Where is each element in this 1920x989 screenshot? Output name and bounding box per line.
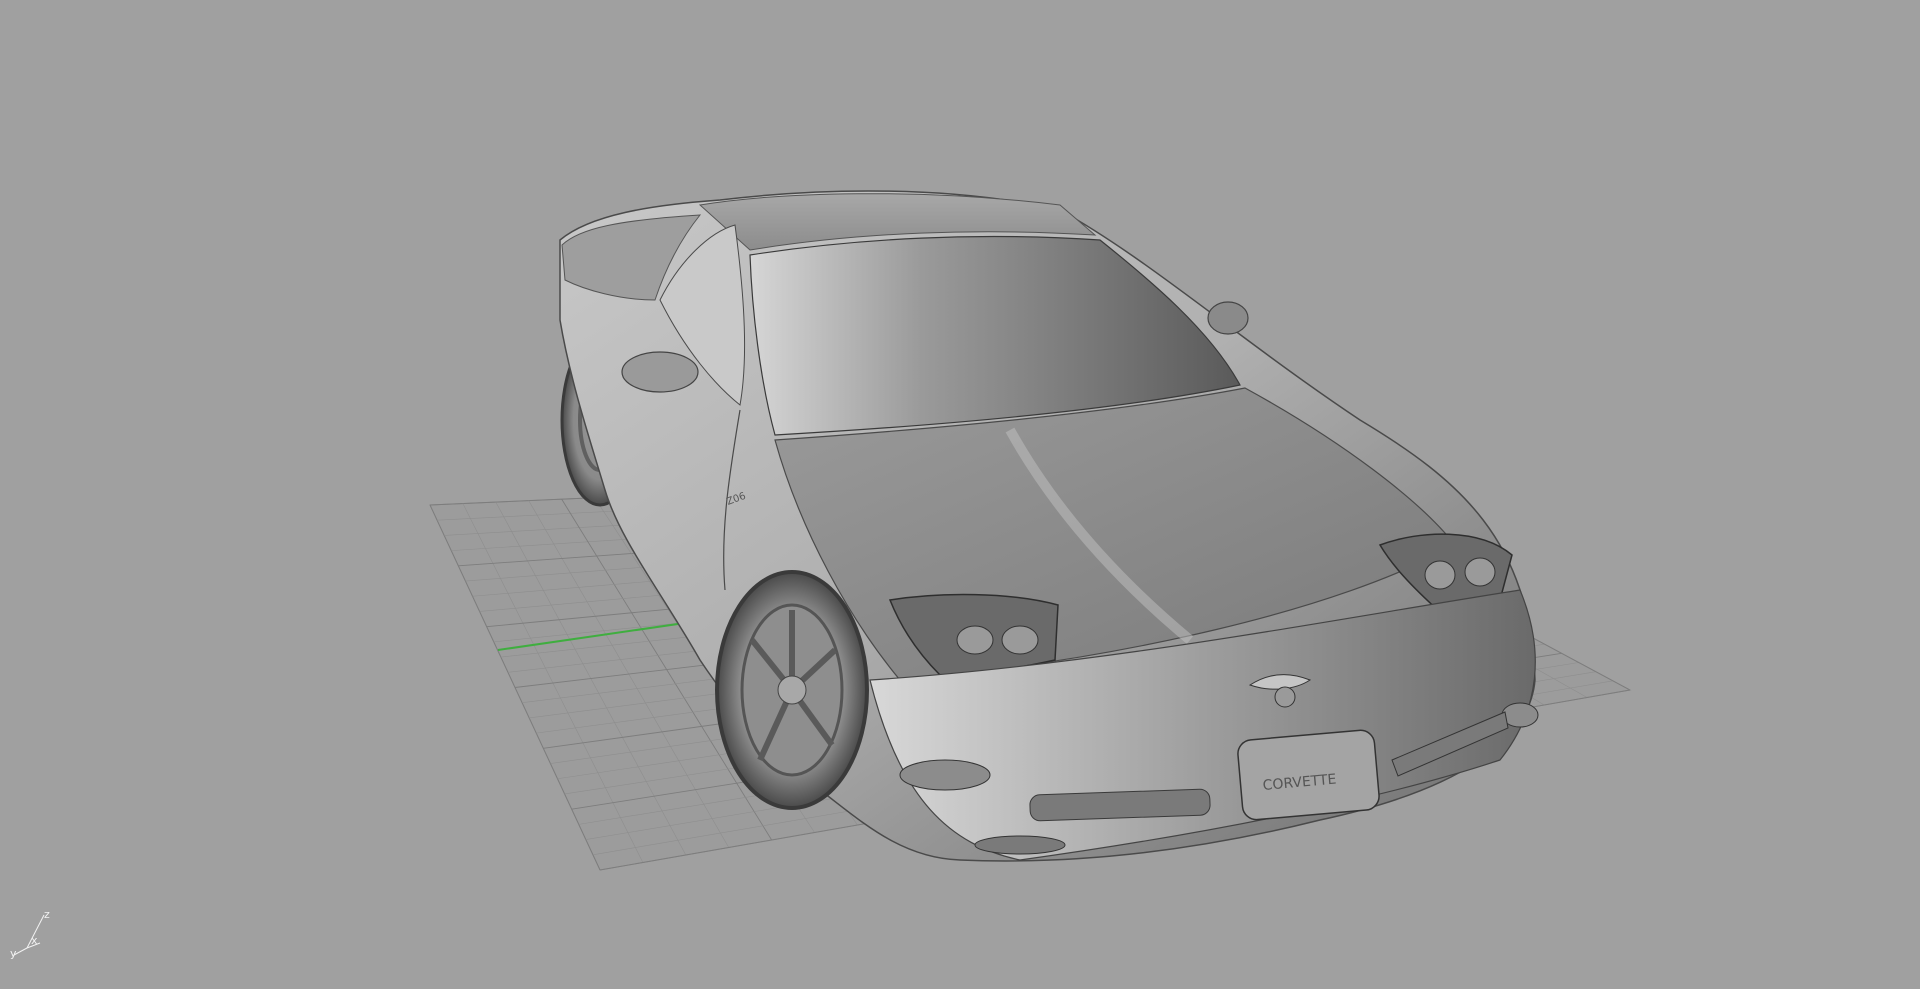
front-grille — [1029, 788, 1211, 822]
perspective-viewport[interactable]: Z06 CORVETTE z x y — [0, 0, 1920, 989]
lower-intake — [974, 835, 1066, 855]
axis-gizmo: z x y — [10, 908, 50, 960]
left-fog-light — [899, 759, 991, 791]
viewport-canvas[interactable]: Z06 CORVETTE z x y — [0, 0, 1920, 989]
x-axis-label: x — [31, 934, 38, 947]
z-axis-label: z — [44, 908, 50, 921]
left-side-mirror — [621, 351, 699, 393]
right-side-mirror — [1207, 301, 1249, 335]
y-axis-label: y — [10, 947, 17, 960]
